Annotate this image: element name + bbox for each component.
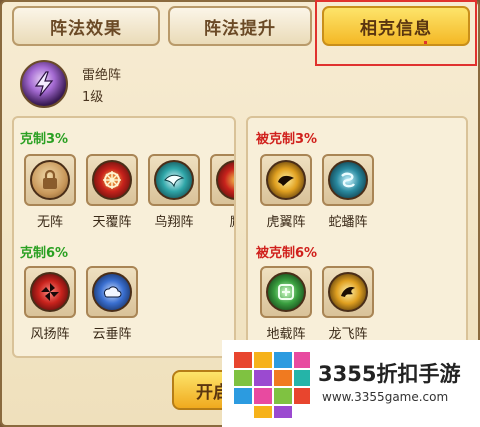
icon-slot bbox=[86, 266, 138, 318]
partial-emblem-icon bbox=[216, 160, 234, 200]
icon-slot bbox=[86, 154, 138, 206]
countered-by-panel: 被克制3% 虎翼阵 蛇蟠阵 被克制6% 地载阵 龙飞阵 bbox=[246, 116, 468, 358]
cloud-emblem-icon bbox=[92, 272, 132, 312]
tab-counter-info[interactable]: 相克信息 bbox=[322, 6, 470, 46]
formation-item-tianfu[interactable]: 天覆阵 bbox=[84, 154, 140, 230]
formation-item-niaoxiang[interactable]: 鸟翔阵 bbox=[146, 154, 202, 230]
icon-slot bbox=[210, 154, 234, 206]
formation-level: 1级 bbox=[82, 90, 104, 105]
icon-slot bbox=[24, 266, 76, 318]
formation-item-fengyang[interactable]: 风扬阵 bbox=[22, 266, 78, 342]
countered-3-title: 被克制3% bbox=[256, 132, 318, 147]
formation-item-yunchui[interactable]: 云垂阵 bbox=[84, 266, 140, 342]
lock-icon bbox=[30, 160, 70, 200]
tiger-emblem-icon bbox=[266, 160, 306, 200]
icon-slot bbox=[322, 266, 374, 318]
countered-6-title: 被克制6% bbox=[256, 246, 318, 261]
formation-item-longfei[interactable]: 龙飞阵 bbox=[320, 266, 376, 342]
bird-emblem-icon bbox=[154, 160, 194, 200]
watermark-title: 3355折扣手游 bbox=[318, 362, 461, 386]
watermark-url: www.3355game.com bbox=[322, 390, 449, 404]
counter-6-title: 克制6% bbox=[20, 246, 69, 261]
earth-emblem-icon bbox=[266, 272, 306, 312]
item-label: 蛇蟠阵 bbox=[328, 215, 368, 230]
formation-item-partial[interactable]: 鷹 bbox=[208, 154, 234, 230]
formation-item-huyi[interactable]: 虎翼阵 bbox=[258, 154, 314, 230]
icon-slot bbox=[260, 154, 312, 206]
puzzle-logo-icon bbox=[232, 348, 312, 424]
tab-label: 阵法效果 bbox=[50, 18, 122, 39]
tab-label: 相克信息 bbox=[360, 18, 432, 39]
item-label: 云垂阵 bbox=[92, 327, 132, 342]
wheel-emblem-icon bbox=[92, 160, 132, 200]
icon-slot bbox=[260, 266, 312, 318]
tab-formation-effect[interactable]: 阵法效果 bbox=[12, 6, 160, 46]
dragon-emblem-icon bbox=[328, 272, 368, 312]
item-label: 鸟翔阵 bbox=[154, 215, 194, 230]
snake-emblem-icon bbox=[328, 160, 368, 200]
icon-slot bbox=[24, 154, 76, 206]
item-label: 天覆阵 bbox=[92, 215, 132, 230]
red-dot bbox=[424, 41, 427, 44]
formation-item-shepan[interactable]: 蛇蟠阵 bbox=[320, 154, 376, 230]
lightning-emblem-icon bbox=[20, 60, 68, 108]
item-label: 虎翼阵 bbox=[266, 215, 306, 230]
pinwheel-emblem-icon bbox=[30, 272, 70, 312]
formation-name: 雷绝阵 bbox=[82, 68, 122, 83]
formation-item-none[interactable]: 无阵 bbox=[22, 154, 78, 230]
counter-3-title: 克制3% bbox=[20, 132, 69, 147]
item-label: 风扬阵 bbox=[30, 327, 70, 342]
tab-label: 阵法提升 bbox=[204, 18, 276, 39]
item-label: 鷹 bbox=[208, 211, 234, 230]
counters-panel: 克制3% 无阵 天覆阵 鸟翔阵 鷹 克制6% bbox=[12, 116, 236, 358]
icon-slot bbox=[148, 154, 200, 206]
watermark: 3355折扣手游 www.3355game.com bbox=[222, 340, 480, 427]
icon-slot bbox=[322, 154, 374, 206]
tab-formation-upgrade[interactable]: 阵法提升 bbox=[168, 6, 312, 46]
item-label: 无阵 bbox=[36, 215, 63, 230]
formation-item-dizai[interactable]: 地载阵 bbox=[258, 266, 314, 342]
